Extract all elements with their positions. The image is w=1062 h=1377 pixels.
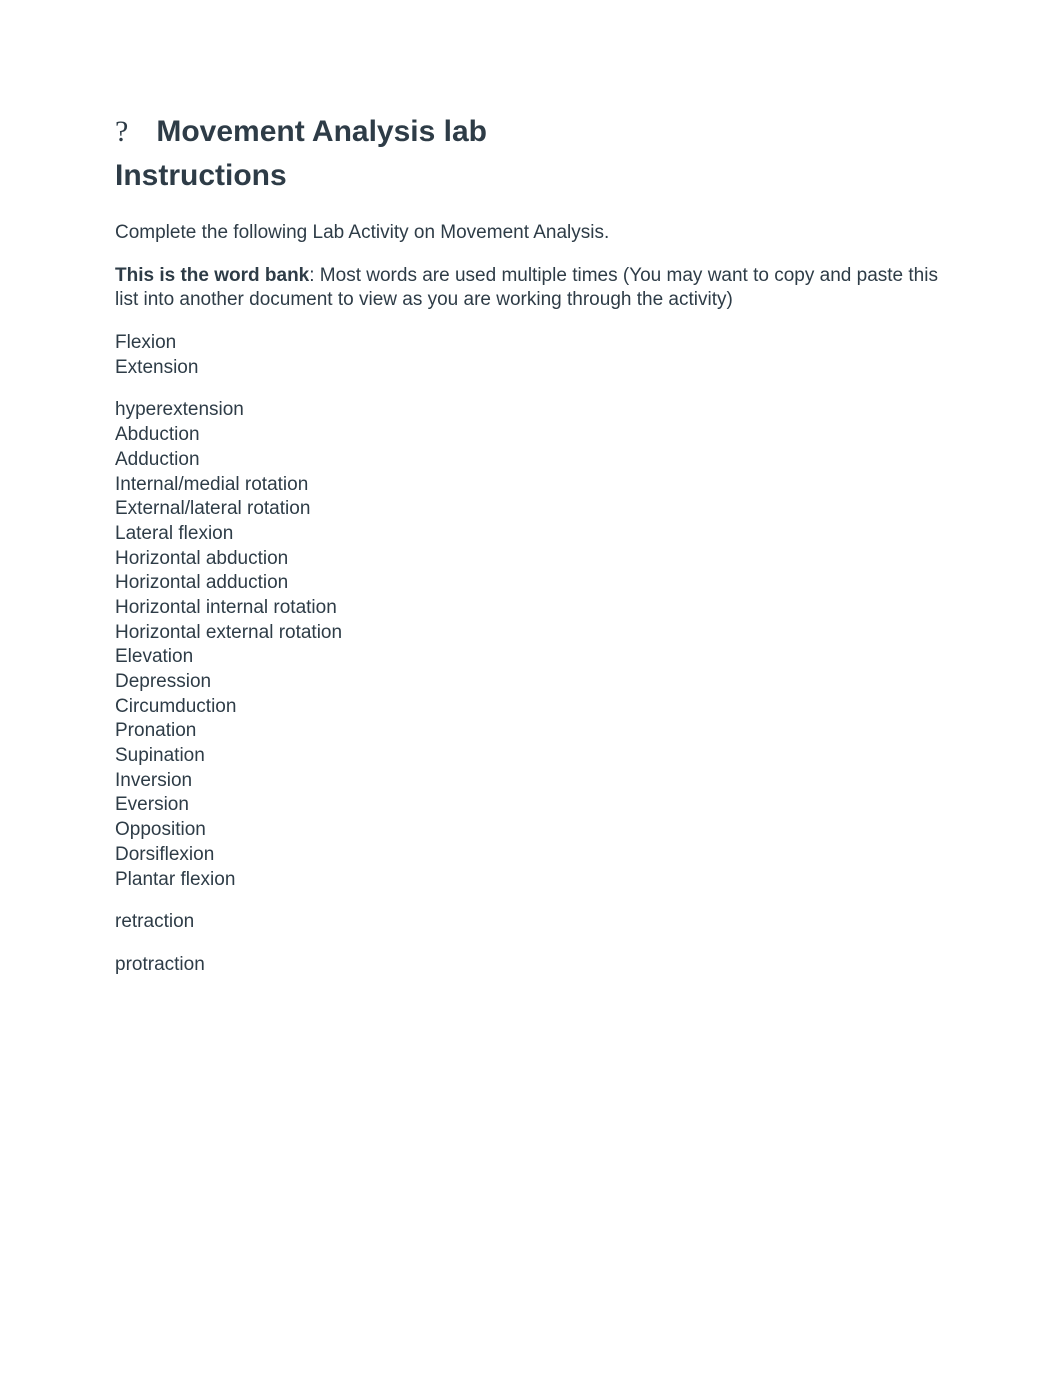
word-bank-item: Pronation (115, 719, 947, 744)
word-bank-item: Horizontal adduction (115, 571, 947, 596)
word-group: hyperextensionAbductionAdductionInternal… (115, 398, 947, 892)
instructions-heading: Instructions (115, 159, 947, 193)
word-group: retraction (115, 910, 947, 935)
header-row: ? Movement Analysis lab (115, 115, 947, 149)
word-groups-container: FlexionExtension hyperextensionAbductionA… (115, 331, 947, 978)
word-bank-item: Lateral flexion (115, 522, 947, 547)
word-bank-item: Adduction (115, 448, 947, 473)
word-bank-item: Circumduction (115, 695, 947, 720)
word-bank-item: Horizontal external rotation (115, 621, 947, 646)
word-bank-item: Internal/medial rotation (115, 473, 947, 498)
word-bank-item: Opposition (115, 818, 947, 843)
word-bank-item: protraction (115, 953, 947, 978)
word-bank-item: Elevation (115, 645, 947, 670)
word-bank-item: retraction (115, 910, 947, 935)
word-bank-item: Horizontal abduction (115, 547, 947, 572)
word-bank-item: Eversion (115, 793, 947, 818)
intro-paragraph: Complete the following Lab Activity on M… (115, 221, 947, 246)
word-group: protraction (115, 953, 947, 978)
word-group: FlexionExtension (115, 331, 947, 380)
question-mark-icon: ? (115, 115, 128, 149)
word-bank-item: hyperextension (115, 398, 947, 423)
word-bank-item: External/lateral rotation (115, 497, 947, 522)
word-bank-item: Extension (115, 356, 947, 381)
word-bank-intro: This is the word bank: Most words are us… (115, 264, 947, 313)
word-bank-item: Horizontal internal rotation (115, 596, 947, 621)
word-bank-item: Supination (115, 744, 947, 769)
word-bank-item: Inversion (115, 769, 947, 794)
word-bank-intro-bold: This is the word bank (115, 265, 309, 286)
word-bank-item: Dorsiflexion (115, 843, 947, 868)
word-bank-item: Plantar flexion (115, 868, 947, 893)
page-title: Movement Analysis lab (156, 115, 487, 149)
word-bank-item: Depression (115, 670, 947, 695)
word-bank-item: Abduction (115, 423, 947, 448)
word-bank-item: Flexion (115, 331, 947, 356)
